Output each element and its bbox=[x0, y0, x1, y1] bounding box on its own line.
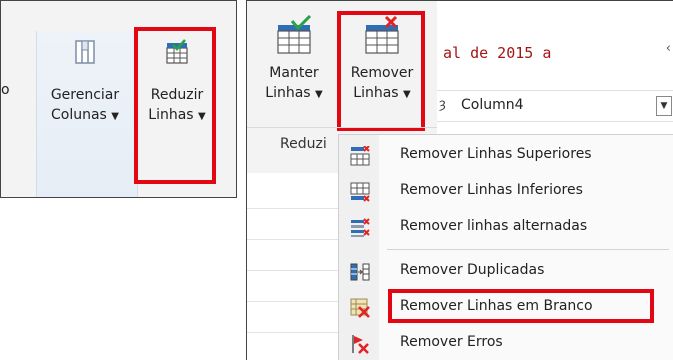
manage-columns-label-2-row: Colunas ▼ bbox=[39, 105, 131, 127]
remove-top-rows-icon bbox=[350, 146, 370, 166]
keep-rows-label-2-row: Linhas ▼ bbox=[259, 83, 329, 105]
menu-item-remove-duplicates[interactable]: Remover Duplicadas bbox=[339, 253, 673, 289]
menu-item-label: Remover Linhas Superiores bbox=[400, 146, 592, 162]
grid-line bbox=[247, 239, 339, 240]
menu-item-remove-alternate-rows[interactable]: Remover linhas alternadas bbox=[339, 209, 673, 245]
truncated-label: o bbox=[1, 82, 10, 98]
menu-item-remove-top-rows[interactable]: Remover Linhas Superiores bbox=[339, 137, 673, 173]
menu-item-remove-bottom-rows[interactable]: Remover Linhas Inferiores bbox=[339, 173, 673, 209]
grid-line bbox=[247, 270, 339, 271]
formula-expand-icon[interactable]: ‹ bbox=[666, 41, 671, 56]
manage-columns-button[interactable]: Gerenciar Colunas ▼ bbox=[39, 39, 131, 127]
menu-item-remove-errors[interactable]: Remover Erros bbox=[339, 325, 673, 360]
menu-item-label: Remover Duplicadas bbox=[400, 262, 545, 278]
column-name: Column4 bbox=[461, 97, 524, 113]
left-ribbon-panel: o Gerenciar Colunas ▼ Reduzir Linhas ▼ bbox=[0, 0, 237, 198]
remove-rows-dropdown-menu: Remover Linhas Superiores Remover Linhas… bbox=[338, 134, 673, 360]
remove-bottom-rows-icon bbox=[350, 182, 370, 202]
highlight-box-reduce-rows bbox=[134, 27, 216, 184]
formula-text: al de 2015 a bbox=[443, 44, 552, 62]
right-ribbon-panel: Manter Linhas ▼ Remover Linhas ▼ Reduzi … bbox=[246, 0, 673, 360]
keep-rows-label-2: Linhas bbox=[265, 85, 311, 101]
manage-columns-label-1: Gerenciar bbox=[50, 87, 120, 103]
column-filter-dropdown-icon[interactable]: ▼ bbox=[656, 96, 672, 116]
menu-separator bbox=[387, 249, 669, 250]
column-header[interactable]: ȝ Column4 ▼ bbox=[437, 90, 673, 122]
highlight-box-remove-blank-rows bbox=[388, 289, 654, 323]
grid-line bbox=[247, 332, 339, 333]
keep-rows-button[interactable]: Manter Linhas ▼ bbox=[259, 15, 329, 105]
manage-columns-label-2: Colunas bbox=[50, 107, 107, 123]
column-type-icon[interactable]: ȝ bbox=[439, 97, 446, 112]
formula-bar[interactable]: al de 2015 a bbox=[437, 31, 673, 75]
menu-item-label: Remover Erros bbox=[400, 334, 503, 350]
manage-columns-icon bbox=[75, 40, 95, 64]
menu-item-label: Remover Linhas Inferiores bbox=[400, 182, 583, 198]
menu-item-label: Remover linhas alternadas bbox=[400, 218, 588, 234]
grid-line bbox=[247, 301, 339, 302]
remove-alternate-rows-icon bbox=[351, 218, 370, 237]
remove-errors-icon bbox=[352, 335, 369, 354]
grid-line bbox=[247, 208, 339, 209]
group-label: Reduzi bbox=[280, 136, 327, 152]
highlight-box-remove-rows bbox=[337, 11, 425, 131]
remove-blank-rows-icon bbox=[350, 298, 370, 318]
chevron-down-icon: ▼ bbox=[315, 89, 323, 100]
keep-rows-icon bbox=[277, 15, 312, 54]
remove-duplicates-icon bbox=[350, 263, 370, 281]
group-divider bbox=[247, 127, 437, 128]
chevron-down-icon: ▼ bbox=[111, 111, 119, 122]
keep-rows-label-1: Manter bbox=[269, 65, 319, 81]
